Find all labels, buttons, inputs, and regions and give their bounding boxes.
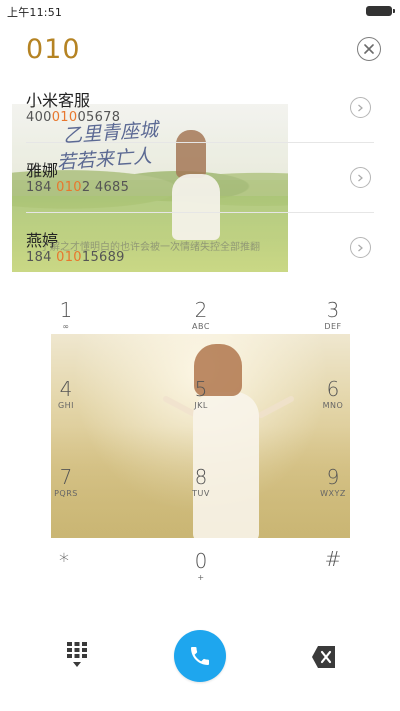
key-digit: * bbox=[59, 549, 69, 573]
backspace-icon bbox=[312, 646, 335, 668]
call-button[interactable] bbox=[174, 630, 226, 682]
key-letters: WXYZ bbox=[320, 489, 346, 498]
key-letters: + bbox=[197, 573, 205, 582]
key-digit: 8 bbox=[194, 465, 208, 489]
key-letters: PQRS bbox=[54, 489, 78, 498]
key-letters: ∞ bbox=[62, 322, 70, 331]
contact-detail-button[interactable] bbox=[350, 97, 371, 118]
key-digit: 4 bbox=[59, 377, 73, 401]
key-6[interactable]: 6 MNO bbox=[298, 378, 368, 424]
key-2[interactable]: 2 ABC bbox=[166, 299, 236, 345]
photo-caption: 了解之才懂明白的也许会被一次情绪失控全部推翻 bbox=[40, 242, 260, 253]
key-letters: ABC bbox=[192, 322, 210, 331]
key-letters: GHI bbox=[57, 401, 75, 410]
key-letters: JKL bbox=[194, 401, 208, 410]
chevron-right-icon bbox=[358, 174, 363, 181]
key-digit: 5 bbox=[194, 377, 208, 401]
key-5[interactable]: 5 JKL bbox=[166, 378, 236, 424]
matched-digits: 010 bbox=[56, 180, 82, 195]
dial-number-input[interactable]: 010 bbox=[26, 34, 81, 65]
key-4[interactable]: 4 GHI bbox=[31, 378, 101, 424]
key-digit: 7 bbox=[59, 465, 73, 489]
key-digit: 3 bbox=[326, 298, 340, 322]
key-3[interactable]: 3 DEF bbox=[298, 299, 368, 345]
calligraphy-watermark: 乙里青座城 若若来亡人 bbox=[56, 118, 159, 174]
status-time: 上午11:51 bbox=[7, 6, 63, 19]
key-digit: 2 bbox=[194, 298, 208, 322]
battery-icon bbox=[366, 6, 395, 16]
key-0[interactable]: 0 + bbox=[166, 550, 236, 596]
key-7[interactable]: 7 PQRS bbox=[31, 466, 101, 512]
contact-detail-button[interactable] bbox=[350, 237, 371, 258]
key-digit: 0 bbox=[194, 549, 208, 573]
chevron-right-icon bbox=[358, 244, 363, 251]
contact-detail-button[interactable] bbox=[350, 167, 371, 188]
key-digit: 6 bbox=[326, 377, 340, 401]
delete-digit-button[interactable] bbox=[311, 645, 337, 669]
key-letters: TUV bbox=[192, 489, 210, 498]
contact-name: 雅娜 bbox=[26, 161, 59, 180]
key-digit: # bbox=[324, 547, 342, 571]
contact-number: 184 0102 4685 bbox=[26, 180, 130, 195]
key-digit: 1 bbox=[59, 298, 73, 322]
contact-item[interactable]: 小米客服 40001005678 bbox=[0, 72, 400, 142]
key-9[interactable]: 9 WXYZ bbox=[298, 466, 368, 512]
key-digit: 9 bbox=[326, 465, 340, 489]
key-1[interactable]: 1 ∞ bbox=[31, 299, 101, 345]
dialpad-toggle-button[interactable] bbox=[64, 640, 90, 670]
clear-input-button[interactable] bbox=[357, 37, 381, 61]
key-hash[interactable]: # bbox=[298, 548, 368, 594]
contact-name: 小米客服 bbox=[26, 91, 91, 110]
key-letters: DEF bbox=[324, 322, 342, 331]
chevron-right-icon bbox=[358, 104, 363, 111]
key-8[interactable]: 8 TUV bbox=[166, 466, 236, 512]
key-star[interactable]: * bbox=[29, 550, 99, 596]
phone-icon bbox=[191, 647, 209, 665]
close-icon bbox=[364, 44, 374, 54]
status-bar: 上午11:51 bbox=[0, 0, 400, 24]
key-letters: MNO bbox=[322, 401, 344, 410]
dialpad-icon bbox=[67, 642, 87, 667]
